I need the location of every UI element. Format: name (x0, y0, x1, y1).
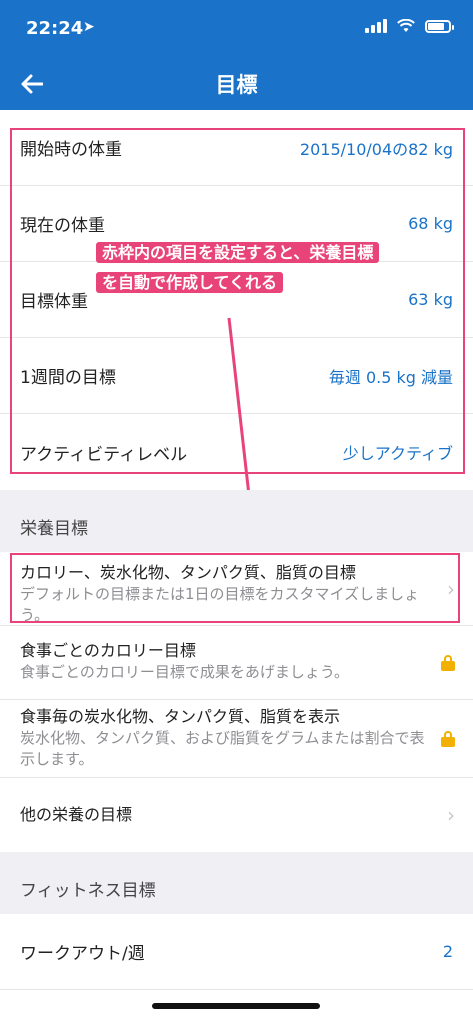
lock-icon (441, 730, 455, 747)
goal-title: カロリー、炭水化物、タンパク質、脂質の目標 (20, 563, 356, 582)
goal-description: 食事ごとのカロリー目標で成果をあげましょう。 (20, 663, 349, 681)
section-header-nutrition: 栄養目標 (0, 490, 473, 552)
chevron-right-icon: › (447, 576, 455, 601)
home-indicator[interactable] (152, 1003, 320, 1009)
goal-title: 他の栄養の目標 (20, 805, 133, 824)
row-value: 2 (442, 942, 453, 961)
row-macro-goals[interactable]: カロリー、炭水化物、タンパク質、脂質の目標 デフォルトの目標または1日の目標をカ… (0, 552, 473, 626)
row-meal-macro-display[interactable]: 食事毎の炭水化物、タンパク質、脂質を表示 炭水化物、タンパク質、および脂質をグラ… (0, 700, 473, 778)
chevron-right-icon: › (447, 803, 455, 827)
row-other-nutrient-goals[interactable]: 他の栄養の目標 › (0, 778, 473, 852)
goal-description: 炭水化物、タンパク質、および脂質をグラムまたは割合で表示します。 (20, 729, 425, 768)
goal-description: デフォルトの目標または1日の目標をカスタマイズしましょう。 (20, 585, 420, 624)
goal-title: 食事毎の炭水化物、タンパク質、脂質を表示 (20, 707, 341, 726)
row-meal-calorie-goals[interactable]: 食事ごとのカロリー目標 食事ごとのカロリー目標で成果をあげましょう。 (0, 626, 473, 700)
goal-title: 食事ごとのカロリー目標 (20, 641, 196, 660)
row-label: ワークアウト/週 (20, 944, 145, 964)
lock-icon (441, 654, 455, 671)
section-header-fitness: フィットネス目標 (0, 852, 473, 914)
nutrition-goals-list: カロリー、炭水化物、タンパク質、脂質の目標 デフォルトの目標または1日の目標をカ… (0, 552, 473, 852)
row-workouts-per-week[interactable]: ワークアウト/週 2 (0, 914, 473, 990)
